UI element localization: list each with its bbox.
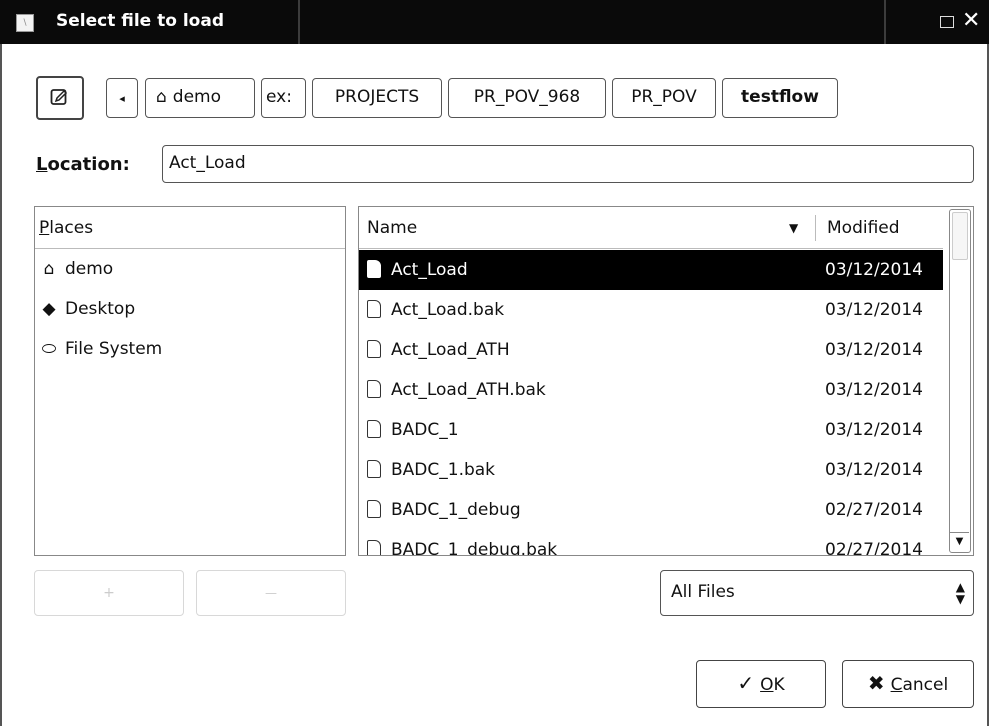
breadcrumb-testflow[interactable]: testflow — [722, 78, 838, 118]
drive-icon: ⬭ — [41, 339, 57, 359]
column-divider[interactable] — [815, 215, 816, 241]
add-icon: + — [103, 585, 115, 601]
file-modified: 03/12/2014 — [825, 260, 923, 280]
file-modified: 03/12/2014 — [825, 380, 923, 400]
file-name: BADC_1 — [391, 420, 459, 440]
desktop-icon: ◆ — [42, 299, 56, 319]
remove-bookmark-button[interactable]: — — [196, 570, 346, 616]
maximize-button[interactable] — [940, 16, 954, 28]
file-row[interactable]: Act_Load_ATH 03/12/2014 — [359, 330, 943, 370]
column-header-name[interactable]: Name — [367, 207, 417, 249]
file-modified: 03/12/2014 — [825, 420, 923, 440]
file-icon — [367, 500, 381, 518]
file-row[interactable]: BADC_1_debug.bak 02/27/2014 — [359, 530, 943, 555]
file-modified: 02/27/2014 — [825, 500, 923, 520]
place-label: Desktop — [65, 299, 136, 319]
file-row[interactable]: Act_Load 03/12/2014 — [359, 250, 943, 290]
add-bookmark-button[interactable]: + — [34, 570, 184, 616]
app-icon: \ — [16, 14, 34, 32]
file-row[interactable]: BADC_1 03/12/2014 — [359, 410, 943, 450]
close-button[interactable]: ✕ — [962, 8, 980, 34]
filter-value: All Files — [671, 582, 735, 602]
remove-icon: — — [265, 586, 277, 600]
type-location-button[interactable] — [36, 76, 84, 120]
cancel-button[interactable]: ✖ Cancel — [842, 660, 974, 708]
file-filter-select[interactable]: All Files ▲ ▼ — [660, 570, 974, 616]
breadcrumb-label: demo — [172, 87, 222, 107]
file-row[interactable]: BADC_1.bak 03/12/2014 — [359, 450, 943, 490]
home-folder-icon: ⌂ — [43, 259, 55, 279]
place-label: demo — [65, 259, 114, 279]
window-border-left — [0, 44, 2, 726]
titlebar-divider — [298, 0, 300, 44]
location-input[interactable]: Act_Load — [162, 145, 974, 183]
file-list-panel: Name ▼ Modified Act_Load 03/12/2014 Act_L… — [358, 206, 974, 556]
file-name: Act_Load_ATH — [391, 340, 510, 360]
breadcrumb-pr-pov-968[interactable]: PR_POV_968 — [448, 78, 606, 118]
place-item-demo[interactable]: ⌂ demo — [39, 253, 114, 285]
file-list-header: Name ▼ Modified — [359, 207, 943, 249]
file-row[interactable]: BADC_1_debug 02/27/2014 — [359, 490, 943, 530]
scroll-down-arrow-icon[interactable]: ▼ — [950, 532, 969, 550]
file-icon — [367, 380, 381, 398]
file-modified: 03/12/2014 — [825, 460, 923, 480]
file-list-scrollbar[interactable]: ▼ — [949, 209, 971, 553]
file-icon — [367, 460, 381, 478]
file-icon — [367, 540, 381, 555]
file-row[interactable]: Act_Load_ATH.bak 03/12/2014 — [359, 370, 943, 410]
file-icon — [367, 340, 381, 358]
window-title: Select file to load — [56, 11, 224, 31]
file-name: Act_Load_ATH.bak — [391, 380, 546, 400]
file-name: BADC_1_debug — [391, 500, 521, 520]
breadcrumb-projects[interactable]: PROJECTS — [312, 78, 442, 118]
path-back-button[interactable]: ◂ — [106, 78, 138, 118]
file-icon — [367, 420, 381, 438]
scrollbar-thumb[interactable] — [952, 212, 968, 260]
file-modified: 03/12/2014 — [825, 340, 923, 360]
breadcrumb-pr-pov[interactable]: PR_POV — [612, 78, 716, 118]
places-panel: Places ⌂ demo ◆ Desktop ⬭ File System — [34, 206, 346, 556]
place-item-file-system[interactable]: ⬭ File System — [39, 333, 163, 365]
file-name: BADC_1.bak — [391, 460, 496, 480]
location-label: Location: — [36, 154, 130, 175]
titlebar-divider — [884, 0, 886, 44]
file-modified: 03/12/2014 — [825, 300, 923, 320]
ok-icon: ✓ — [737, 671, 755, 695]
file-icon — [367, 300, 381, 318]
place-item-desktop[interactable]: ◆ Desktop — [39, 293, 135, 325]
breadcrumb-demo[interactable]: ⌂ demo — [145, 78, 255, 118]
home-folder-icon: ⌂ — [156, 87, 167, 107]
column-header-modified[interactable]: Modified — [827, 207, 900, 249]
close-icon: ✕ — [962, 8, 981, 33]
file-row[interactable]: Act_Load.bak 03/12/2014 — [359, 290, 943, 330]
updown-arrows-icon: ▲ ▼ — [955, 580, 965, 606]
places-header[interactable]: Places — [35, 207, 345, 249]
cancel-icon: ✖ — [867, 671, 885, 695]
sort-descending-icon: ▼ — [789, 221, 799, 235]
file-name: Act_Load — [391, 260, 468, 280]
file-icon — [367, 260, 381, 278]
file-name: BADC_1_debug.bak — [391, 540, 558, 555]
place-label: File System — [65, 339, 163, 359]
ok-button[interactable]: ✓ OK — [696, 660, 826, 708]
chevron-left-icon: ◂ — [119, 92, 125, 105]
edit-icon — [50, 89, 68, 105]
file-name: Act_Load.bak — [391, 300, 505, 320]
file-modified: 02/27/2014 — [825, 540, 923, 555]
breadcrumb-ex[interactable]: ex: — [261, 78, 306, 118]
